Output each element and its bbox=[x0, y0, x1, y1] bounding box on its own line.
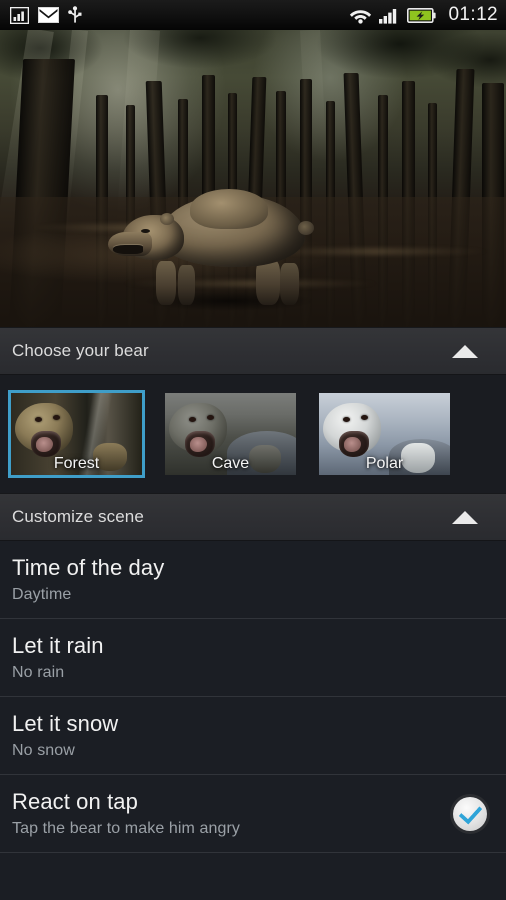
preference-summary: No snow bbox=[12, 742, 75, 759]
collapse-up-arrow-icon[interactable] bbox=[452, 510, 478, 524]
checkmark-icon bbox=[458, 800, 482, 825]
bear-leg bbox=[280, 263, 299, 305]
preference-title: React on tap bbox=[12, 789, 138, 814]
preference-item-time-of-day[interactable]: Time of the day Daytime bbox=[0, 541, 506, 619]
bear-tail bbox=[298, 221, 314, 235]
preference-title: Let it rain bbox=[12, 633, 104, 658]
preference-item-let-it-rain[interactable]: Let it rain No rain bbox=[0, 619, 506, 697]
bear-eye bbox=[141, 229, 150, 233]
preference-summary: No rain bbox=[12, 664, 65, 681]
preference-title: Let it snow bbox=[12, 711, 119, 736]
usb-icon bbox=[68, 6, 82, 24]
thumbnail-art bbox=[165, 393, 296, 475]
bear-thumbnail-forest[interactable]: Forest bbox=[8, 390, 145, 478]
bear-leg bbox=[178, 265, 195, 305]
collapse-up-arrow-icon[interactable] bbox=[452, 344, 478, 358]
bear-mouth bbox=[113, 245, 143, 254]
bear-model[interactable] bbox=[108, 187, 323, 311]
preference-summary: Tap the bear to make him angry bbox=[12, 820, 241, 837]
section-title: Choose your bear bbox=[12, 341, 149, 360]
cell-signal-icon bbox=[379, 7, 400, 24]
preference-text: Time of the day Daytime bbox=[12, 554, 492, 606]
section-title: Customize scene bbox=[12, 507, 144, 526]
thumbnail-art bbox=[319, 393, 450, 475]
preference-item-react-on-tap[interactable]: React on tap Tap the bear to make him an… bbox=[0, 775, 506, 853]
signal-chart-icon bbox=[10, 6, 29, 24]
battery-charging-icon bbox=[407, 7, 437, 24]
checkbox-circle[interactable] bbox=[453, 797, 487, 831]
section-header-choose-bear[interactable]: Choose your bear bbox=[0, 327, 506, 375]
bear-leg bbox=[156, 261, 176, 305]
bear-shoulder-hump bbox=[190, 189, 268, 229]
thumbnail-art bbox=[11, 393, 142, 475]
bear-leg bbox=[256, 259, 280, 305]
wifi-icon bbox=[349, 6, 372, 24]
section-header-customize-scene[interactable]: Customize scene bbox=[0, 493, 506, 541]
app-screen: 01:12 Choose your bear Forest Cave Polar… bbox=[0, 0, 506, 900]
bear-thumbnail-cave[interactable]: Cave bbox=[162, 390, 299, 478]
status-bar-left-icons bbox=[10, 6, 82, 24]
preference-text: Let it rain No rain bbox=[12, 632, 492, 684]
preference-title: Time of the day bbox=[12, 555, 165, 580]
preference-item-let-it-snow[interactable]: Let it snow No snow bbox=[0, 697, 506, 775]
preference-text: Let it snow No snow bbox=[12, 710, 492, 762]
status-bar-clock: 01:12 bbox=[448, 4, 498, 25]
status-bar: 01:12 bbox=[0, 0, 506, 30]
preference-text: React on tap Tap the bear to make him an… bbox=[12, 788, 438, 840]
status-bar-right-icons: 01:12 bbox=[349, 4, 498, 26]
bear-thumbnail-polar[interactable]: Polar bbox=[316, 390, 453, 478]
scene-preview[interactable] bbox=[0, 30, 506, 327]
bear-thumbnail-strip[interactable]: Forest Cave Polar bbox=[0, 375, 506, 493]
preference-summary: Daytime bbox=[12, 586, 72, 603]
preference-list: Time of the day Daytime Let it rain No r… bbox=[0, 541, 506, 853]
gmail-icon bbox=[38, 7, 59, 23]
react-on-tap-checkbox[interactable] bbox=[448, 792, 492, 836]
bear-ear bbox=[160, 213, 174, 225]
